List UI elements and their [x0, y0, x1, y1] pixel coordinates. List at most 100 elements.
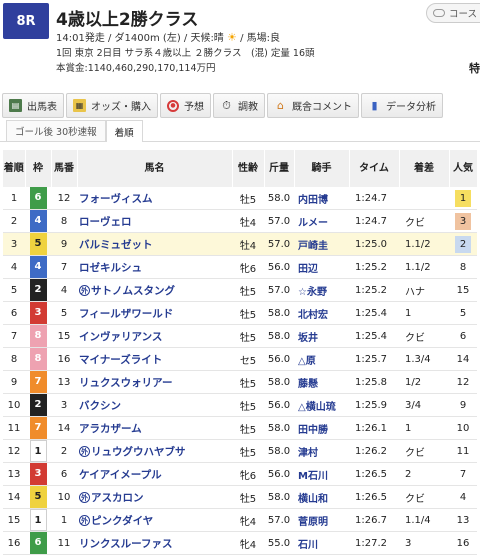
horse-name-link[interactable]: ローヴェロ [77, 209, 232, 234]
col-time[interactable]: タイム [349, 150, 400, 187]
umaban-cell: 10 [51, 485, 77, 510]
sexage-cell: 牝6 [232, 255, 264, 280]
col-jockey[interactable]: 騎手 [294, 150, 350, 187]
table-row[interactable]: 13 3 6 ケイアイメープル 牝6 56.0 M石川 1:26.5 2 7 [3, 462, 477, 487]
horse-name-link[interactable]: ケイアイメープル [77, 462, 232, 487]
waku-cell: 2 [25, 393, 51, 418]
horse-name: フォーヴィスム [79, 192, 153, 205]
popularity-badge: 16 [456, 537, 470, 549]
margin-cell: 1.1/2 [399, 255, 449, 280]
jockey-link[interactable]: ☆永野 [294, 278, 349, 303]
jockey-link[interactable]: 藤懸 [294, 370, 349, 395]
jockey-link[interactable]: △横山琉 [294, 393, 349, 418]
margin-cell: 2 [399, 462, 449, 487]
col-weight[interactable]: 斤量 [264, 150, 295, 187]
sub-tabs: ゴール後 30秒速報 着順 [0, 120, 480, 142]
jockey-link[interactable]: 菅原明 [294, 508, 349, 533]
jockey-link[interactable]: 坂井 [294, 324, 349, 349]
table-row[interactable]: 6 3 5 フィールザワールド 牡5 58.0 北村宏 1:25.4 1 5 [3, 301, 477, 326]
waku-badge: 7 [29, 371, 47, 393]
table-row[interactable]: 15 1 1 外ピンクダイヤ 牝4 57.0 菅原明 1:26.7 1.1/4 13 [3, 508, 477, 533]
rank-cell: 7 [3, 324, 25, 349]
tab-chokyo[interactable]: ⏱ 調教 [213, 93, 265, 118]
horse-name-link[interactable]: リンクスルーファス [77, 531, 232, 556]
subtab-flash[interactable]: ゴール後 30秒速報 [6, 120, 106, 141]
horse-name-link[interactable]: 外アスカロン [77, 485, 232, 510]
weight-cell: 58.0 [264, 301, 294, 326]
umaban-cell: 7 [51, 255, 77, 280]
horse-name: バクシン [79, 399, 121, 412]
col-sexage[interactable]: 性齢 [232, 150, 265, 187]
table-row[interactable]: 9 7 13 リュクスウォリアー 牡5 58.0 藤懸 1:25.8 1/2 12 [3, 370, 477, 395]
table-row[interactable]: 7 8 15 インヴァリアンス 牡5 58.0 坂井 1:25.4 クビ 6 [3, 324, 477, 349]
popularity-badge: 7 [459, 468, 467, 480]
horse-name-link[interactable]: 外ピンクダイヤ [77, 508, 232, 533]
table-row[interactable]: 10 2 3 バクシン 牡5 56.0 △横山琉 1:25.9 3/4 9 [3, 393, 477, 418]
table-row[interactable]: 3 5 9 バルミュゼット 牡4 57.0 戸崎圭 1:25.0 1.1/2 2 [3, 232, 477, 257]
tab-data[interactable]: ▮ データ分析 [361, 93, 443, 118]
tab-label: データ分析 [386, 102, 436, 113]
umaban-cell: 1 [51, 508, 77, 533]
table-row[interactable]: 2 4 8 ローヴェロ 牡4 57.0 ルメー 1:24.7 クビ 3 [3, 209, 477, 234]
jockey-link[interactable]: M石川 [294, 462, 349, 487]
subtab-result[interactable]: 着順 [105, 120, 143, 142]
waku-badge: 4 [29, 256, 47, 278]
col-pop[interactable]: 人気 [449, 150, 478, 187]
horse-name-link[interactable]: ロゼキルシュ [77, 255, 232, 280]
jockey-link[interactable]: 内田博 [294, 187, 349, 211]
table-row[interactable]: 14 5 10 外アスカロン 牡5 58.0 横山和 1:26.5 クビ 4 [3, 485, 477, 510]
yoso-icon: ● [167, 99, 179, 112]
horse-name-link[interactable]: フィールザワールド [77, 301, 232, 326]
table-row[interactable]: 5 2 4 外サトノムスタング 牡5 57.0 ☆永野 1:25.2 ハナ 15 [3, 278, 477, 303]
race-info-line2: 1回 東京 2日目 サラ系４歳以上 ２勝クラス (混) 定量 16頭 [56, 48, 315, 59]
jockey-link[interactable]: ルメー [294, 209, 349, 234]
waku-cell: 1 [25, 508, 51, 533]
jockey-link[interactable]: 田中勝 [294, 416, 349, 441]
jockey-link[interactable]: 田辺 [294, 255, 349, 280]
table-row[interactable]: 4 4 7 ロゼキルシュ 牝6 56.0 田辺 1:25.2 1.1/2 8 [3, 255, 477, 280]
col-rank[interactable]: 着順 [3, 150, 26, 187]
tab-shutsuba[interactable]: ▤ 出馬表 [2, 93, 64, 118]
course-toggle-button[interactable]: コース [426, 3, 480, 23]
weight-cell: 58.0 [264, 439, 294, 464]
jockey-link[interactable]: 津村 [294, 439, 349, 464]
jockey-link[interactable]: △原 [294, 347, 349, 372]
tab-odds[interactable]: ▦ オッズ・購入 [66, 93, 158, 118]
horse-name-link[interactable]: リュクスウォリアー [77, 370, 232, 395]
col-waku[interactable]: 枠 [25, 150, 52, 187]
table-row[interactable]: 16 6 11 リンクスルーファス 牝4 55.0 石川 1:27.2 3 16 [3, 531, 477, 556]
margin-cell: 1 [399, 301, 449, 326]
horse-name-link[interactable]: 外リュウグウハヤブサ [77, 439, 232, 464]
tab-yoso[interactable]: ● 予想 [160, 93, 211, 118]
table-row[interactable]: 8 8 16 マイナーズライト セ5 56.0 △原 1:25.7 1.3/4 14 [3, 347, 477, 372]
col-margin[interactable]: 着差 [399, 150, 450, 187]
jockey-link[interactable]: 戸崎圭 [294, 232, 349, 257]
sexage-cell: 牡5 [232, 416, 264, 441]
jockey-link[interactable]: 横山和 [294, 485, 349, 510]
tab-label: 調教 [238, 102, 258, 113]
horse-name-link[interactable]: 外サトノムスタング [77, 278, 232, 303]
jockey-link[interactable]: 石川 [294, 531, 349, 556]
horse-name-link[interactable]: マイナーズライト [77, 347, 232, 372]
col-name[interactable]: 馬名 [77, 150, 233, 187]
popularity-cell: 12 [449, 370, 477, 395]
time-cell: 1:26.5 [349, 462, 399, 487]
horse-name-link[interactable]: フォーヴィスム [77, 187, 232, 211]
horse-name: ロゼキルシュ [79, 261, 142, 274]
horse-name: リュウグウハヤブサ [91, 445, 186, 458]
margin-cell: 1.1/2 [399, 232, 449, 257]
horse-name-link[interactable]: インヴァリアンス [77, 324, 232, 349]
horse-name-link[interactable]: バルミュゼット [77, 232, 232, 257]
race-info-track: / 馬場:良 [240, 33, 280, 44]
col-umaban[interactable]: 馬番 [51, 150, 78, 187]
table-row[interactable]: 11 7 14 アラカザーム 牡5 58.0 田中勝 1:26.1 1 10 [3, 416, 477, 441]
jockey-link[interactable]: 北村宏 [294, 301, 349, 326]
horse-name-link[interactable]: バクシン [77, 393, 232, 418]
waku-cell: 7 [25, 416, 51, 441]
table-row[interactable]: 1 6 12 フォーヴィスム 牡5 58.0 内田博 1:24.7 1 [3, 187, 477, 211]
tab-comment[interactable]: ⌂ 厩舎コメント [267, 93, 359, 118]
horse-name-link[interactable]: アラカザーム [77, 416, 232, 441]
umaban-cell: 2 [51, 439, 77, 464]
table-row[interactable]: 12 1 2 外リュウグウハヤブサ 牡5 58.0 津村 1:26.2 クビ 11 [3, 439, 477, 464]
bar-chart-icon: ▮ [371, 99, 378, 112]
